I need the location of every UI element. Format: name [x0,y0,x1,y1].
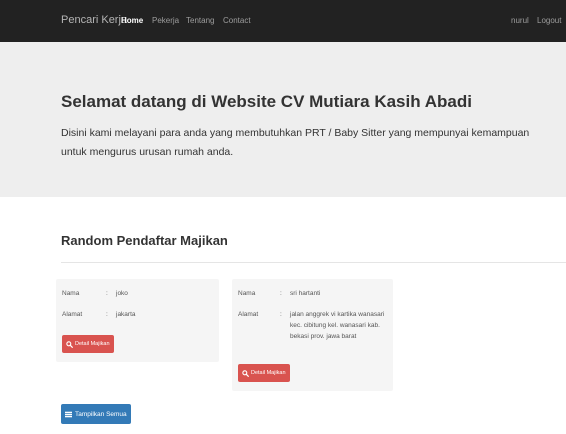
show-all-button[interactable]: Tampilkan Semua [61,404,131,424]
detail-majikan-button[interactable]: Detail Majikan [62,335,114,353]
navbar: Pencari Kerja Home Pekerja Tentang Conta… [0,0,566,42]
search-icon [242,369,249,377]
nav-user[interactable]: nurul [511,16,529,25]
address-label: Alamat [238,311,259,318]
name-label: Nama [238,290,256,297]
nav-logout[interactable]: Logout [537,16,561,25]
section-title: Random Pendaftar Majikan [61,233,228,248]
address-separator: : [280,311,282,318]
address-value: jalan anggrek vi kartika wanasari kec. c… [290,311,385,340]
nav-home[interactable]: Home [121,16,143,25]
name-label: Nama [62,290,80,297]
employer-card: Nama : sri hartanti Alamat : jalan anggr… [232,279,393,391]
brand-link[interactable]: Pencari Kerja [61,14,127,26]
detail-majikan-button[interactable]: Detail Majikan [238,364,290,382]
detail-majikan-label: Detail Majikan [251,370,286,376]
hero-title: Selamat datang di Website CV Mutiara Kas… [61,92,472,111]
name-separator: : [280,290,282,297]
name-value: sri hartanti [290,290,321,297]
search-icon [66,340,73,348]
nav-tentang[interactable]: Tentang [186,16,214,25]
list-icon [65,411,72,418]
name-value: joko [116,290,128,297]
employer-card: Nama : joko Alamat : jakarta Detail Maji… [56,279,219,362]
name-separator: : [106,290,108,297]
hero-section: Selamat datang di Website CV Mutiara Kas… [0,42,566,197]
nav-pekerja[interactable]: Pekerja [152,16,179,25]
hero-text: Disini kami melayani para anda yang memb… [61,127,530,158]
address-separator: : [106,311,108,318]
address-value: jakarta [116,311,136,318]
show-all-label: Tampilkan Semua [75,410,127,418]
detail-majikan-label: Detail Majikan [75,341,110,347]
nav-contact[interactable]: Contact [223,16,251,25]
divider [61,262,566,263]
address-label: Alamat [62,311,83,318]
